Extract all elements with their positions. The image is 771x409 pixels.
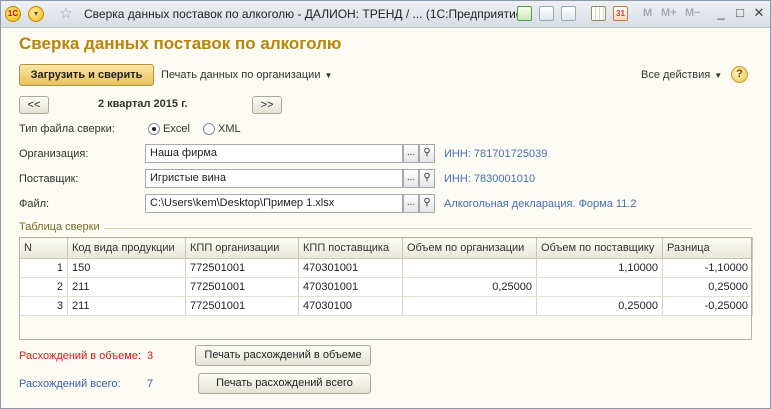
organization-search-icon[interactable]: ⚲: [419, 144, 435, 163]
favorites-icon[interactable]: [539, 6, 554, 21]
next-period-button[interactable]: >>: [252, 96, 282, 114]
main-menu-icon[interactable]: ▾: [28, 6, 44, 22]
radio-xml[interactable]: [203, 123, 215, 135]
total-diff-count: 7: [147, 378, 154, 390]
organization-select-button[interactable]: ...: [403, 144, 419, 163]
load-and-compare-button[interactable]: Загрузить и сверить: [19, 64, 154, 86]
supplier-search-icon[interactable]: ⚲: [419, 169, 435, 188]
supplier-select-button[interactable]: ...: [403, 169, 419, 188]
link-icon[interactable]: [517, 6, 532, 21]
print-org-data-label: Печать данных по организации: [161, 69, 321, 81]
calendar-icon[interactable]: 31: [613, 6, 628, 21]
organization-label: Организация:: [19, 148, 89, 160]
group-divider: [19, 228, 752, 229]
close-icon[interactable]: ✕: [751, 5, 767, 21]
file-label: Файл:: [19, 198, 50, 210]
prev-period-button[interactable]: <<: [19, 96, 49, 114]
volume-diff-count: 3: [147, 350, 154, 362]
window-title: Сверка данных поставок по алкоголю - ДАЛ…: [84, 7, 527, 21]
minimize-icon[interactable]: _: [713, 5, 729, 21]
total-diff-label: Расхождений всего:: [19, 378, 121, 390]
organization-field[interactable]: Наша фирма: [145, 144, 403, 163]
declaration-link[interactable]: Алкогольная декларация. Форма 11.2: [444, 198, 637, 210]
table-frame: [19, 237, 752, 340]
file-search-icon[interactable]: ⚲: [419, 194, 435, 213]
dropdown-caret-icon: ▼: [714, 70, 723, 80]
memory-plus-button[interactable]: M+: [661, 7, 677, 19]
calculator-icon[interactable]: [591, 6, 606, 21]
print-total-diff-button[interactable]: Печать расхождений всего: [198, 373, 371, 394]
print-volume-diff-button[interactable]: Печать расхождений в объеме: [195, 345, 371, 366]
file-select-button[interactable]: ...: [403, 194, 419, 213]
maximize-icon[interactable]: □: [732, 5, 748, 21]
history-icon[interactable]: [561, 6, 576, 21]
all-actions-menu[interactable]: Все действия ▼: [641, 69, 722, 81]
supplier-label: Поставщик:: [19, 173, 79, 185]
dropdown-caret-icon: ▼: [324, 70, 333, 80]
help-icon[interactable]: ?: [731, 66, 748, 83]
app-window: 1С ▾ ☆ Сверка данных поставок по алкогол…: [0, 0, 771, 409]
table-group-title: Таблица сверки: [19, 221, 104, 233]
radio-excel-label[interactable]: Excel: [163, 123, 190, 135]
favorite-star-icon[interactable]: ☆: [58, 6, 74, 22]
app-logo-icon[interactable]: 1С: [5, 6, 21, 22]
supplier-field[interactable]: Игристые вина: [145, 169, 403, 188]
radio-xml-label[interactable]: XML: [218, 123, 241, 135]
title-bar: 1С ▾ ☆ Сверка данных поставок по алкогол…: [1, 1, 770, 28]
file-path-field[interactable]: C:\Users\kem\Desktop\Пример 1.xlsx: [145, 194, 403, 213]
file-type-label: Тип файла сверки:: [19, 123, 115, 135]
all-actions-label: Все действия: [641, 69, 711, 81]
volume-diff-label: Расхождений в объеме:: [19, 350, 141, 362]
memory-m-button[interactable]: M: [643, 7, 652, 19]
form-title: Сверка данных поставок по алкоголю: [19, 34, 342, 53]
period-label: 2 квартал 2015 г.: [98, 98, 188, 110]
supplier-inn: ИНН: 7830001010: [444, 173, 536, 185]
organization-inn: ИНН: 781701725039: [444, 148, 548, 160]
print-org-data-menu[interactable]: Печать данных по организации ▼: [161, 69, 332, 81]
memory-minus-button[interactable]: M−: [685, 7, 701, 19]
radio-excel[interactable]: [148, 123, 160, 135]
